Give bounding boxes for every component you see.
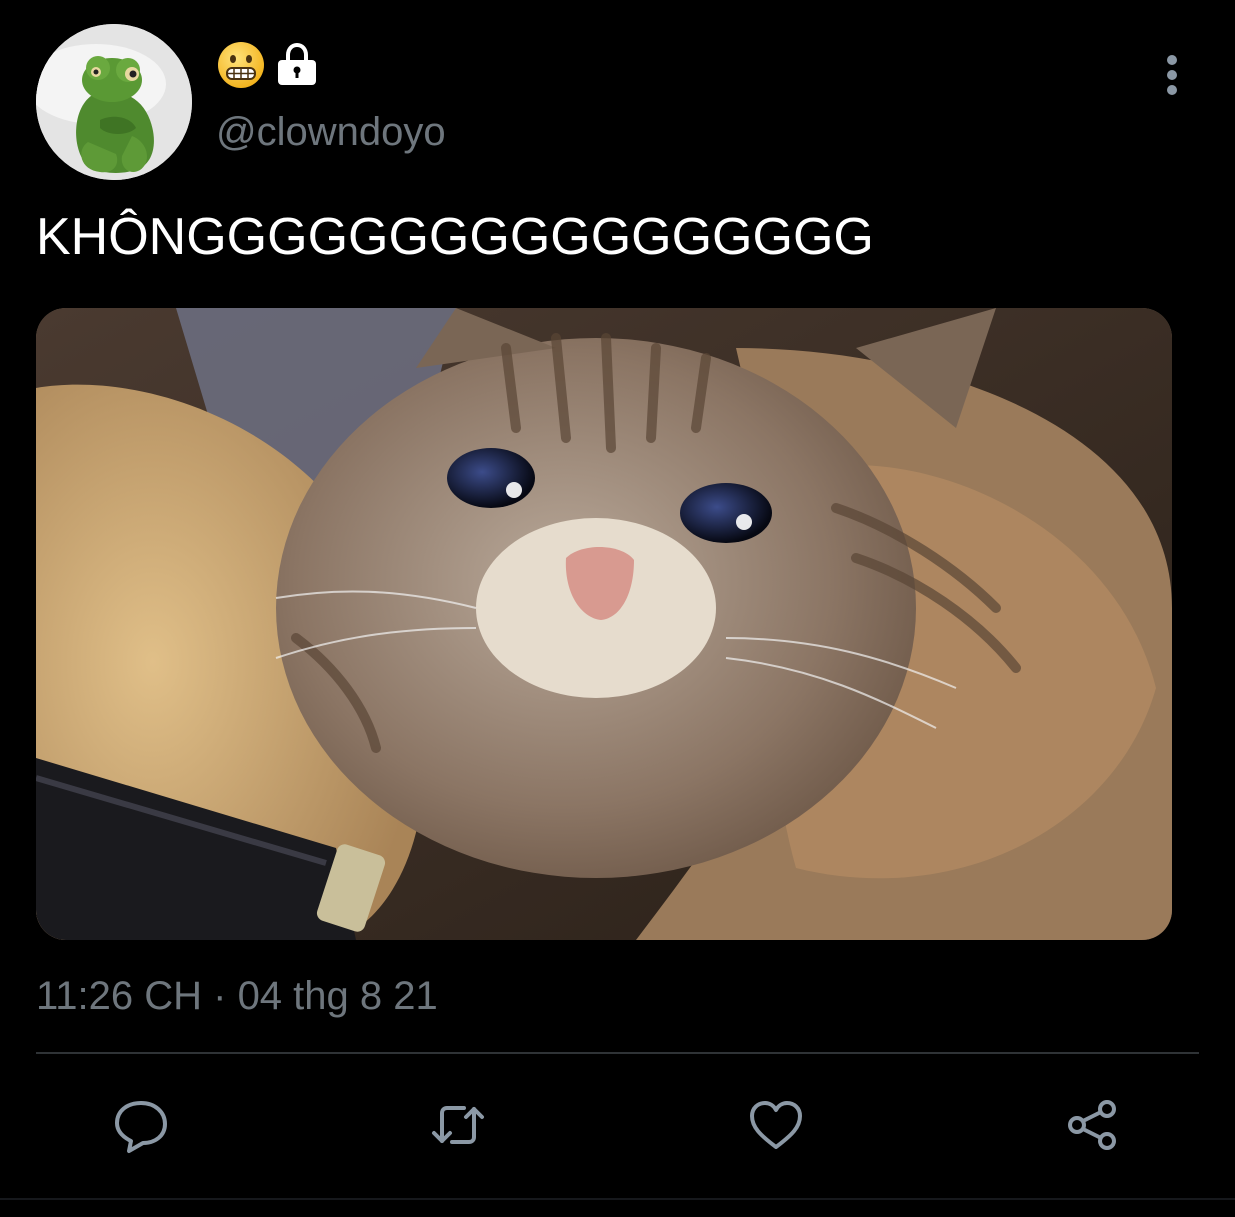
tweet-text: KHÔNGGGGGGGGGGGGGGGGG bbox=[36, 208, 874, 266]
divider bbox=[36, 1052, 1199, 1054]
like-button[interactable] bbox=[741, 1090, 811, 1160]
retweet-icon bbox=[432, 1106, 484, 1144]
avatar[interactable] bbox=[36, 24, 192, 180]
more-options-button[interactable] bbox=[1150, 52, 1194, 98]
tweet-media[interactable] bbox=[36, 308, 1172, 940]
retweet-button[interactable] bbox=[423, 1090, 493, 1160]
share-icon bbox=[1068, 1100, 1116, 1150]
tweet-action-bar bbox=[0, 1090, 1235, 1160]
bottom-divider bbox=[0, 1198, 1235, 1200]
heart-icon bbox=[750, 1101, 802, 1149]
crying-cat-photo bbox=[36, 308, 1172, 940]
username[interactable]: @clowndoyo bbox=[216, 108, 446, 156]
share-button[interactable] bbox=[1058, 1090, 1128, 1160]
lock-icon bbox=[278, 42, 316, 85]
green-plush-frog-avatar-image bbox=[36, 24, 192, 180]
reply-button[interactable] bbox=[106, 1090, 176, 1160]
tweet-timestamp[interactable]: 11:26 CH · 04 thg 8 21 bbox=[36, 972, 438, 1020]
display-name[interactable] bbox=[216, 40, 320, 90]
reply-icon bbox=[115, 1101, 167, 1153]
vertical-dots-icon bbox=[1167, 55, 1177, 95]
grimacing-face-emoji-icon bbox=[218, 42, 264, 88]
